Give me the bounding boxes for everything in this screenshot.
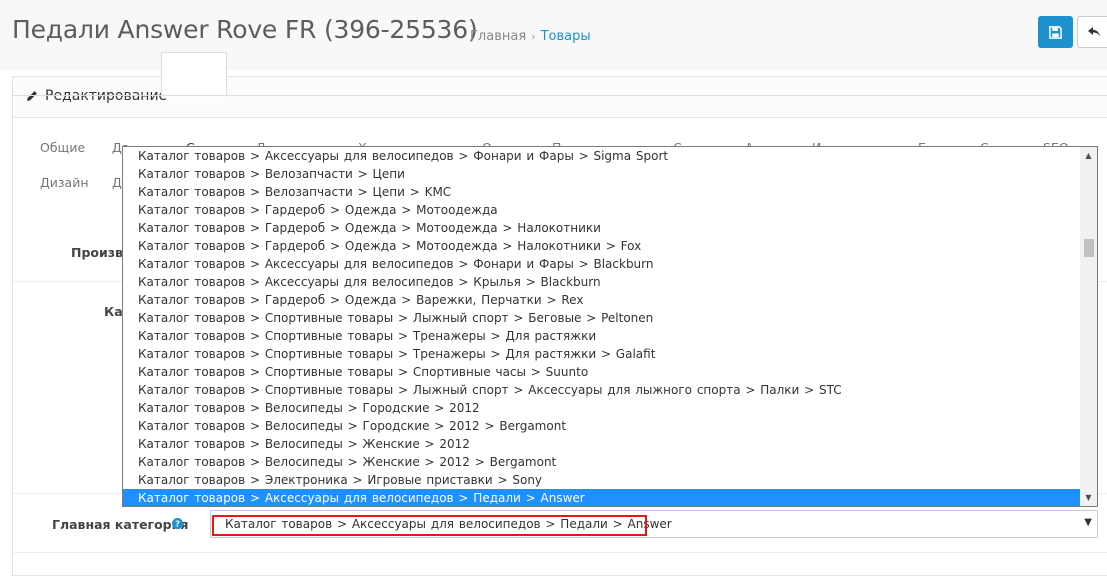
dropdown-option[interactable]: Каталог товаров > Спортивные товары > Тр… [123,345,1081,363]
dropdown-option[interactable]: Каталог товаров > Аксессуары для велосип… [123,489,1081,506]
dropdown-option[interactable]: Каталог товаров > Велосипеды > Женские >… [123,453,1081,471]
tab-general[interactable]: Общие [40,140,85,155]
dropdown-scrollbar[interactable]: ▲ ▼ [1080,147,1097,506]
dropdown-option[interactable]: Каталог товаров > Аксессуары для велосип… [123,255,1081,273]
breadcrumb-products-link[interactable]: Товары [541,29,591,44]
tab-design[interactable]: Дизайн [40,175,89,190]
page-title: Педали Answer Rove FR (396-25536) [12,15,478,44]
dropdown-option[interactable]: Каталог товаров > Гардероб > Одежда > Мо… [123,219,1081,237]
pencil-icon [27,91,37,101]
back-button[interactable] [1077,16,1107,48]
dropdown-option[interactable]: Каталог товаров > Спортивные товары > Лы… [123,381,1081,399]
tab-extra[interactable]: Д [112,175,122,190]
breadcrumb-home-link[interactable]: Главная [470,29,526,44]
main-category-label: Главная категория [52,517,189,532]
dropdown-options: Каталог товаров > Аксессуары для велосип… [123,147,1081,506]
dropdown-option[interactable]: Каталог товаров > Спортивные товары > Сп… [123,363,1081,381]
save-button[interactable] [1038,16,1073,48]
category-dropdown-list[interactable]: Каталог товаров > Аксессуары для велосип… [122,146,1098,507]
dropdown-option[interactable]: Каталог товаров > Велосипеды > Городские… [123,399,1081,417]
dropdown-option[interactable]: Каталог товаров > Велосипеды > Городские… [123,417,1081,435]
dropdown-option[interactable]: Каталог товаров > Электроника > Игровые … [123,471,1081,489]
main-category-select[interactable]: Каталог товаров > Аксессуары для велосип… [210,510,1098,538]
floppy-disk-icon [1049,25,1062,39]
question-circle-icon[interactable]: ? [172,518,183,529]
breadcrumb-separator: › [531,30,536,43]
reply-arrow-icon [1088,27,1100,37]
breadcrumb: Главная › Товары [470,29,591,44]
scroll-down-arrow-icon[interactable]: ▼ [1080,489,1097,506]
main-category-value: Каталог товаров > Аксессуары для велосип… [225,517,672,531]
dropdown-option[interactable]: Каталог товаров > Велосипеды > Женские >… [123,435,1081,453]
dropdown-option[interactable]: Каталог товаров > Спортивные товары > Тр… [123,327,1081,345]
dropdown-option[interactable]: Каталог товаров > Велозапчасти > Цепи [123,165,1081,183]
caret-down-icon: ▼ [1084,517,1092,528]
dropdown-option[interactable]: Каталог товаров > Аксессуары для велосип… [123,273,1081,291]
scrollbar-thumb[interactable] [1084,239,1094,257]
svg-text:?: ? [175,519,180,529]
dropdown-option[interactable]: Каталог товаров > Гардероб > Одежда > Мо… [123,237,1081,255]
dropdown-option[interactable]: Каталог товаров > Гардероб > Одежда > Мо… [123,201,1081,219]
dropdown-option[interactable]: Каталог товаров > Велозапчасти > Цепи > … [123,183,1081,201]
dropdown-option[interactable]: Каталог товаров > Аксессуары для велосип… [123,147,1081,165]
tab-active-indicator [161,52,227,97]
dropdown-option[interactable]: Каталог товаров > Гардероб > Одежда > Ва… [123,291,1081,309]
tabs-divider [12,95,1107,96]
scroll-up-arrow-icon[interactable]: ▲ [1080,147,1097,164]
dropdown-option[interactable]: Каталог товаров > Спортивные товары > Лы… [123,309,1081,327]
panel-title: Редактирование [45,88,168,104]
row-divider [12,552,1107,553]
